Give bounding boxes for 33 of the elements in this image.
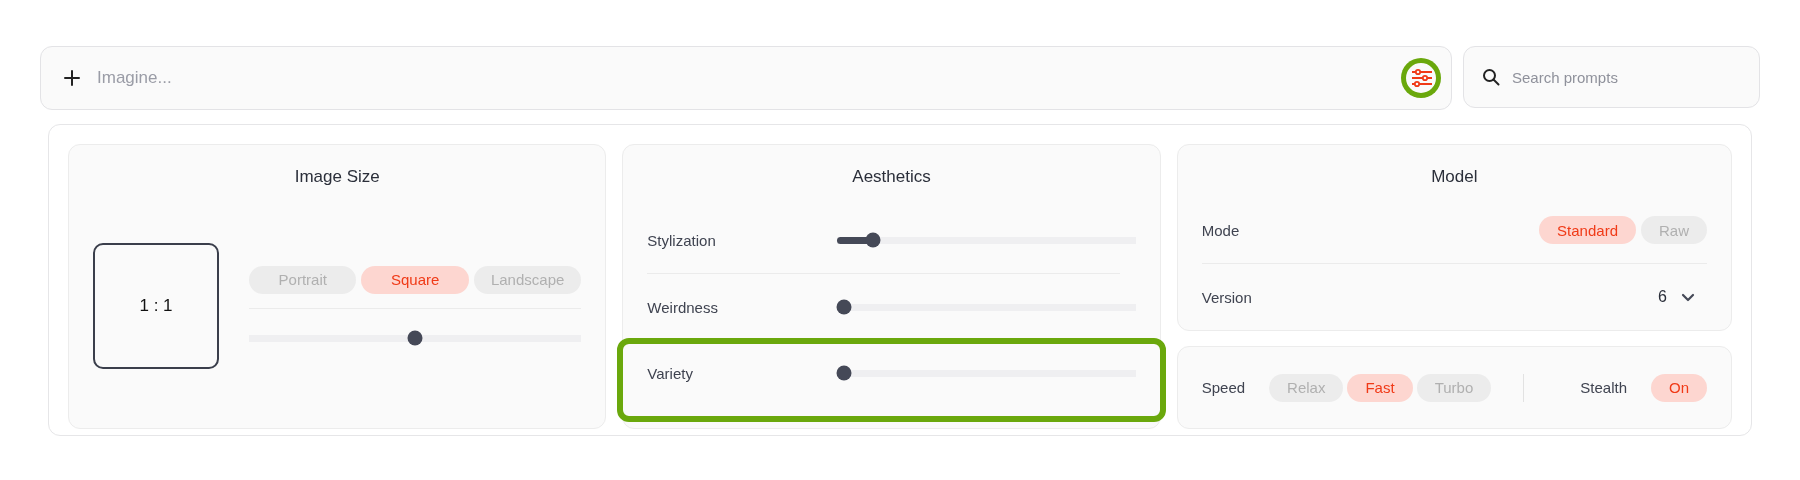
card-title: Model xyxy=(1430,167,1479,187)
prompt-field[interactable]: Imagine... xyxy=(95,67,1387,89)
chevron-down-icon xyxy=(1681,292,1695,302)
option-pill[interactable]: Square xyxy=(361,265,469,294)
slider-label: Weirdness xyxy=(647,298,719,316)
option-pill[interactable]: Fast xyxy=(1347,373,1413,402)
search-bar[interactable]: Search prompts xyxy=(1463,46,1760,108)
plus-icon[interactable] xyxy=(63,69,81,87)
slider-label: Variety xyxy=(647,364,694,382)
option-pill[interactable]: Raw xyxy=(1641,216,1707,244)
card-title: Aesthetics xyxy=(851,167,932,187)
search-icon xyxy=(1482,68,1500,86)
version-label: Version xyxy=(1201,288,1252,306)
search-field[interactable]: Search prompts xyxy=(1510,67,1741,87)
version-dropdown[interactable]: 6 xyxy=(1658,288,1707,306)
option-pill[interactable]: Relax xyxy=(1269,373,1344,402)
option-pill[interactable]: Landscape xyxy=(473,265,582,294)
slider-thumb[interactable] xyxy=(865,232,881,248)
slider-thumb[interactable] xyxy=(407,330,423,346)
card-title: Image Size xyxy=(293,167,381,187)
speed-label: Speed xyxy=(1201,379,1246,396)
sliders-icon[interactable] xyxy=(1401,58,1441,98)
ratio-label: 1 : 1 xyxy=(139,295,173,316)
option-pill[interactable]: Turbo xyxy=(1416,373,1492,402)
option-pill[interactable]: Portrait xyxy=(249,265,357,294)
option-pill[interactable]: Standard xyxy=(1539,216,1636,244)
prompt-bar[interactable]: Imagine... xyxy=(40,46,1452,110)
slider-label: Stylization xyxy=(647,231,717,249)
slider-thumb[interactable] xyxy=(836,365,852,381)
stealth-label: Stealth xyxy=(1580,379,1627,396)
mode-label: Mode xyxy=(1201,221,1240,239)
stealth-toggle[interactable]: On xyxy=(1651,373,1707,402)
slider-thumb[interactable] xyxy=(836,299,852,315)
